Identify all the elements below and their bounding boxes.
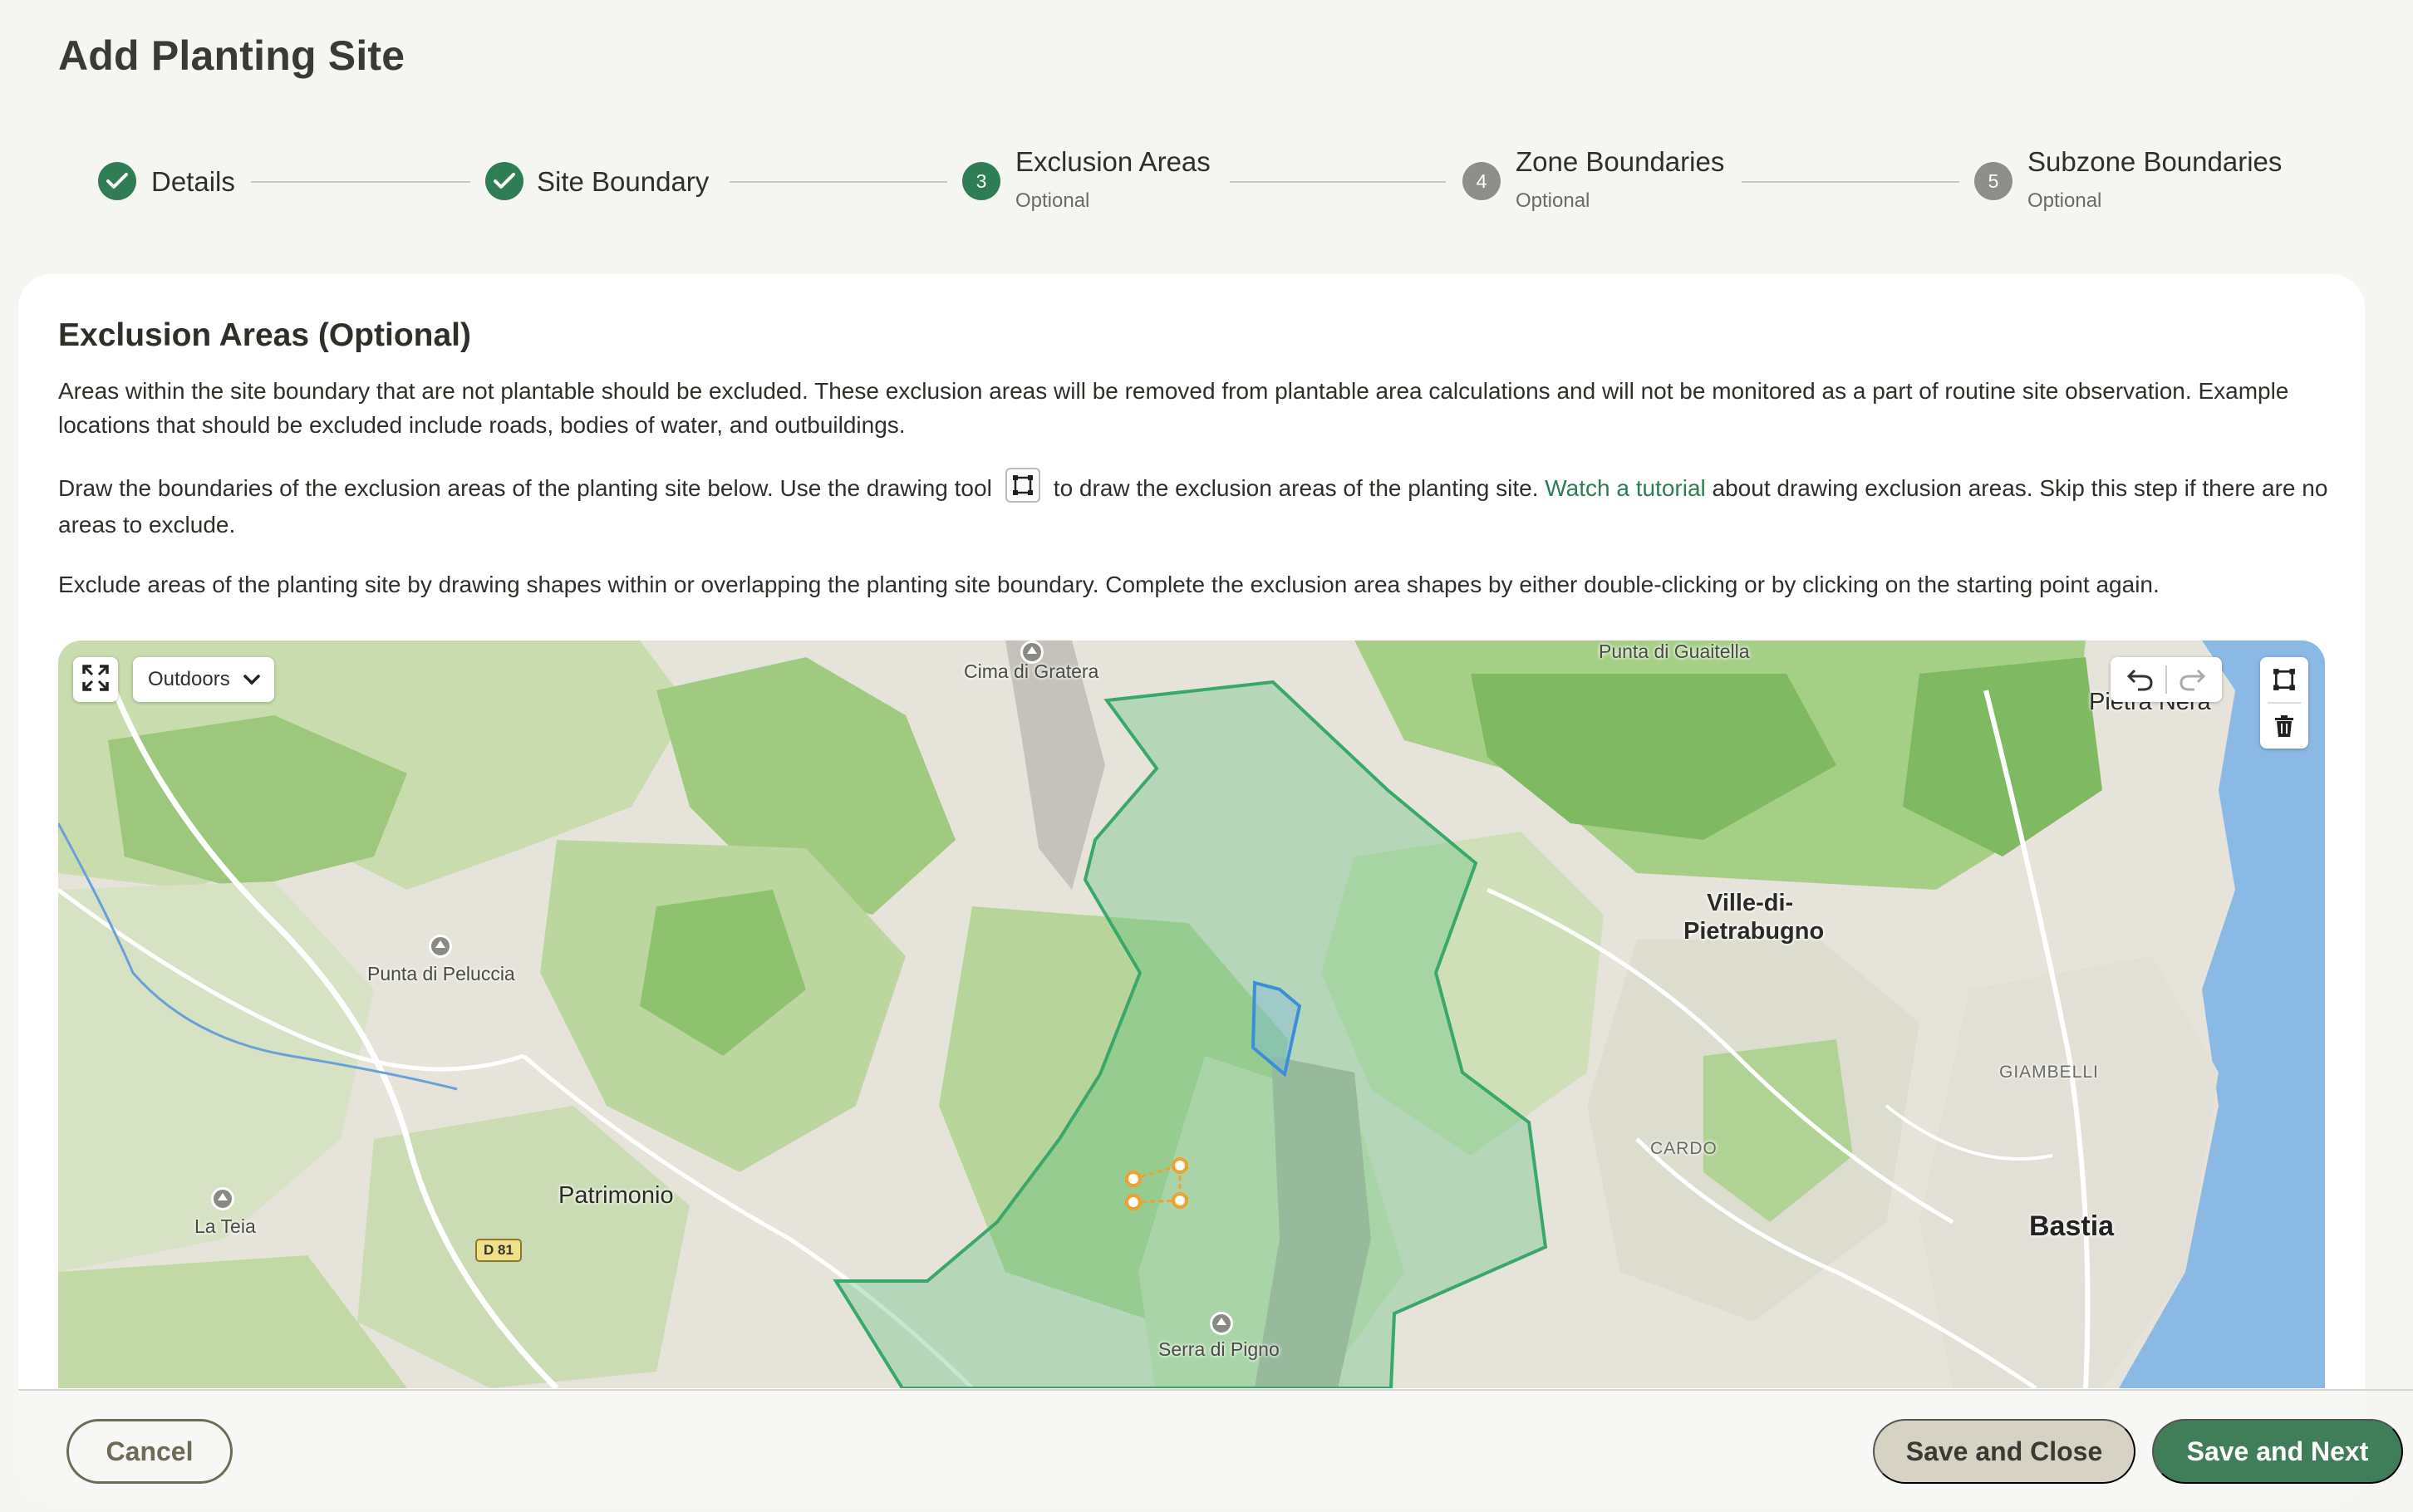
draw-tools-group (2260, 657, 2308, 749)
step-label: Subzone Boundaries (2027, 146, 2283, 177)
polygon-tool-icon (2273, 669, 2295, 690)
map-label: Punta di Guaitella (1599, 641, 1750, 662)
draw-polygon-button[interactable] (2273, 657, 2296, 702)
footer-bar: Cancel Save and Close Save and Next (18, 1389, 2413, 1512)
peak-marker (211, 1187, 234, 1210)
undo-icon (2126, 669, 2153, 691)
chevron-down-icon (241, 669, 263, 696)
map-label: CARDO (1650, 1139, 1718, 1158)
peak-marker (429, 935, 452, 958)
save-and-close-button[interactable]: Save and Close (1873, 1419, 2135, 1484)
map-label: Punta di Peluccia (367, 963, 515, 984)
step-label: Exclusion Areas (1015, 146, 1211, 177)
page-title: Add Planting Site (58, 32, 405, 79)
stepper: Details Site Boundary 3 Exclusion Areas … (0, 133, 2413, 233)
step-sublabel: Optional (1516, 189, 1590, 212)
cancel-button[interactable]: Cancel (66, 1419, 233, 1484)
step-number: 3 (962, 162, 1000, 200)
map-style-select[interactable]: Outdoors (133, 657, 274, 702)
map-label: Pietrabugno (1683, 918, 1825, 945)
redo-icon (2180, 669, 2206, 691)
section-title: Exclusion Areas (Optional) (58, 317, 471, 353)
trash-icon (2275, 715, 2293, 737)
check-icon (98, 162, 136, 200)
map-label: Cima di Gratera (964, 660, 1099, 682)
instructions-text: Draw the boundaries of the exclusion are… (58, 475, 992, 501)
step-sublabel: Optional (1015, 189, 1090, 212)
map-label: Ville-di- (1707, 890, 1794, 916)
delete-shape-button[interactable] (2273, 704, 2295, 749)
step-number: 5 (1974, 162, 2012, 200)
save-and-next-button[interactable]: Save and Next (2152, 1419, 2403, 1484)
step-connector (251, 181, 470, 183)
watch-tutorial-link[interactable]: Watch a tutorial (1545, 475, 1705, 501)
step-label: Site Boundary (537, 166, 710, 197)
step-label: Details (151, 166, 235, 197)
step-label: Zone Boundaries (1516, 146, 1725, 177)
polygon-tool-icon (1005, 467, 1040, 503)
peak-marker (1210, 1312, 1233, 1335)
instructions-paragraph: Draw the boundaries of the exclusion are… (58, 467, 2335, 542)
redo-button[interactable] (2167, 667, 2217, 692)
expand-icon (81, 664, 110, 696)
map-label: Bastia (2029, 1210, 2115, 1242)
check-icon (485, 162, 523, 200)
exclude-paragraph: Exclude areas of the planting site by dr… (58, 572, 2160, 597)
map-label: GIAMBELLI (1999, 1063, 2099, 1082)
map-terrain (58, 641, 2325, 1388)
map-label: Patrimonio (558, 1182, 674, 1209)
step-connector (1230, 181, 1446, 183)
instructions-text: to draw the exclusion areas of the plant… (1053, 475, 1539, 501)
map-label: La Teia (194, 1215, 256, 1237)
intro-paragraph: Areas within the site boundary that are … (58, 378, 2289, 438)
map-style-value: Outdoors (148, 668, 230, 690)
map[interactable]: Cima di Gratera Punta di Guaitella Pietr… (58, 641, 2325, 1388)
map-label: Serra di Pigno (1158, 1338, 1280, 1360)
undo-redo-group (2111, 657, 2222, 702)
road-badge: D 81 (475, 1239, 522, 1262)
step-number: 4 (1462, 162, 1501, 200)
fullscreen-button[interactable] (73, 657, 118, 702)
undo-button[interactable] (2116, 667, 2165, 692)
step-connector (1742, 181, 1959, 183)
step-sublabel: Optional (2027, 189, 2102, 212)
step-connector (730, 181, 947, 183)
